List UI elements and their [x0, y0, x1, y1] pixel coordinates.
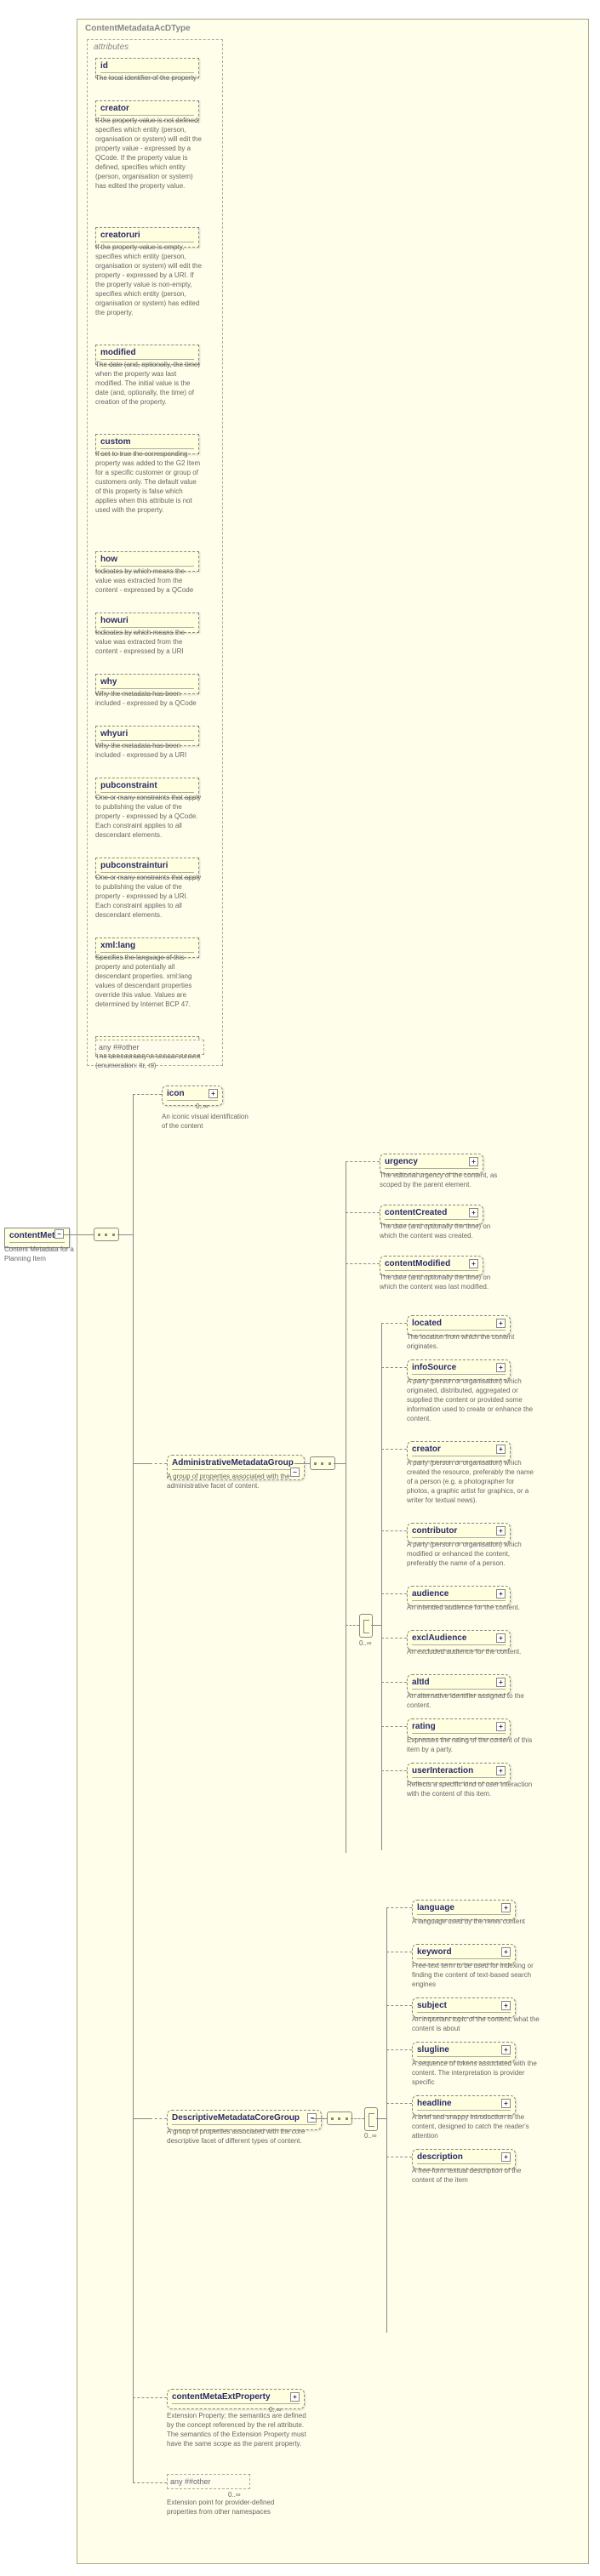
- expand-toggle[interactable]: +: [496, 1766, 506, 1775]
- expand-toggle[interactable]: +: [469, 1208, 478, 1217]
- element-desc: A language used by the news content: [412, 1917, 540, 1926]
- element-desc: The editorial urgency of the content, as…: [380, 1171, 499, 1189]
- anyOther-desc: Extension point for provider-defined pro…: [167, 2498, 303, 2516]
- connector: [371, 1625, 381, 1626]
- sequence-indicator: [310, 1456, 335, 1470]
- connector: [133, 1463, 150, 1464]
- expand-toggle[interactable]: +: [290, 2392, 300, 2402]
- connector: [64, 1234, 77, 1235]
- root-desc: Content Metadata for a Planning Item: [4, 1245, 81, 1263]
- connector: [133, 2397, 167, 2398]
- expand-toggle[interactable]: +: [469, 1157, 478, 1166]
- element-desc: Reflects a specific kind of user interac…: [407, 1780, 534, 1798]
- element-desc: A brief and snappy introduction to the c…: [412, 2112, 540, 2140]
- expand-toggle[interactable]: +: [501, 2001, 511, 2010]
- icon-element: icon+: [162, 1086, 223, 1106]
- any-other-element: any ##other: [167, 2474, 250, 2489]
- element-desc: An important topic of the content; what …: [412, 2015, 540, 2033]
- any-attr-extension: any ##other: [95, 1040, 204, 1055]
- connector: [346, 1625, 359, 1626]
- connector: [386, 1907, 387, 2333]
- attr-desc: If the property value is empty, specifie…: [95, 242, 202, 317]
- attr-desc: Indicates by which means the value was e…: [95, 628, 202, 656]
- element-desc: An intended audience for the content.: [407, 1603, 534, 1612]
- expand-toggle[interactable]: +: [496, 1526, 506, 1536]
- attr-desc: The local identifier of the property: [95, 73, 202, 83]
- ext-desc: Extension Property; the semantics are de…: [167, 2411, 311, 2448]
- element-desc: Free-text term to be used for indexing o…: [412, 1961, 540, 1989]
- expand-toggle[interactable]: +: [496, 1722, 506, 1731]
- attr-desc: Specifies the language of this property …: [95, 953, 202, 1009]
- expand-toggle[interactable]: +: [501, 1947, 511, 1957]
- connector: [117, 1234, 133, 1235]
- expand-toggle[interactable]: +: [209, 1089, 218, 1098]
- expand-toggle[interactable]: +: [496, 1633, 506, 1643]
- icon-desc: An iconic visual identification of the c…: [162, 1112, 255, 1131]
- connector: [77, 1234, 94, 1235]
- connector: [150, 2118, 167, 2119]
- attr-desc: The date (and, optionally, the time) whe…: [95, 360, 202, 407]
- element-desc: A party (person or organisation) which o…: [407, 1376, 534, 1423]
- connector: [334, 1463, 346, 1464]
- element-desc: The date (and optionally the time) on wh…: [380, 1273, 499, 1291]
- choice-indicator: [364, 2107, 378, 2131]
- attr-desc: If the property value is not defined, sp…: [95, 116, 202, 191]
- attr-desc: Why the metadata has been included - exp…: [95, 741, 202, 760]
- choice-indicator: [359, 1614, 373, 1638]
- attr-desc: One or many constraints that apply to pu…: [95, 873, 202, 920]
- expand-toggle[interactable]: +: [501, 2152, 511, 2162]
- element-desc: A free-form textual description of the c…: [412, 2166, 540, 2185]
- connector: [133, 1094, 162, 1095]
- expand-toggle[interactable]: +: [496, 1589, 506, 1599]
- expand-toggle[interactable]: +: [501, 2045, 511, 2055]
- element-desc: An alternative identifier assigned to th…: [407, 1691, 534, 1710]
- element-desc: A sequence of tokens associated with the…: [412, 2059, 540, 2087]
- icon-mult: 0..∞: [196, 1103, 209, 1110]
- expand-toggle[interactable]: +: [501, 2099, 511, 2108]
- sequence-indicator: [94, 1228, 119, 1241]
- type-title: ContentMetadataAcDType: [85, 24, 191, 33]
- connector-vertical: [133, 1094, 134, 2482]
- expand-toggle[interactable]: −: [54, 1229, 64, 1239]
- element-desc: The date (and optionally the time) on wh…: [380, 1222, 499, 1240]
- element-desc: Expresses the rating of the content of t…: [407, 1735, 534, 1754]
- element-desc: The location from which the content orig…: [407, 1332, 534, 1351]
- content-meta-ext-property: contentMetaExtProperty+: [167, 2389, 305, 2409]
- connector: [150, 1463, 167, 1464]
- connector: [133, 2118, 150, 2119]
- element-desc: A party (person or organisation) which c…: [407, 1458, 534, 1505]
- attr-desc: One or many constraints that apply to pu…: [95, 793, 202, 840]
- connector: [311, 2118, 327, 2119]
- connector: [381, 1323, 382, 1850]
- connector: [133, 2482, 167, 2483]
- attr-desc: Indicates by which means the value was e…: [95, 567, 202, 595]
- admin-group-desc: A group of properties associated with th…: [167, 1472, 303, 1490]
- attr-desc: If set to true the corresponding propert…: [95, 449, 202, 515]
- element-desc: A party (person or organisation) which m…: [407, 1540, 534, 1568]
- expand-toggle[interactable]: +: [496, 1678, 506, 1687]
- expand-toggle[interactable]: +: [496, 1363, 506, 1372]
- choice-mult: 0..∞: [364, 2132, 377, 2140]
- connector: [294, 1463, 310, 1464]
- desc-group-desc: A group of properties associated with th…: [167, 2127, 320, 2146]
- expand-toggle[interactable]: +: [501, 1903, 511, 1912]
- connector: [351, 2118, 364, 2119]
- attributes-label: attributes: [94, 43, 129, 52]
- connector: [376, 2118, 386, 2119]
- sequence-indicator: [327, 2112, 352, 2125]
- choice-mult: 0..∞: [359, 1639, 372, 1647]
- expand-toggle[interactable]: +: [496, 1445, 506, 1454]
- expand-toggle[interactable]: +: [469, 1259, 478, 1268]
- expand-toggle[interactable]: +: [496, 1319, 506, 1328]
- element-desc: An excluded audience for the content.: [407, 1647, 534, 1656]
- attr-desc: Why the metadata has been included - exp…: [95, 689, 202, 708]
